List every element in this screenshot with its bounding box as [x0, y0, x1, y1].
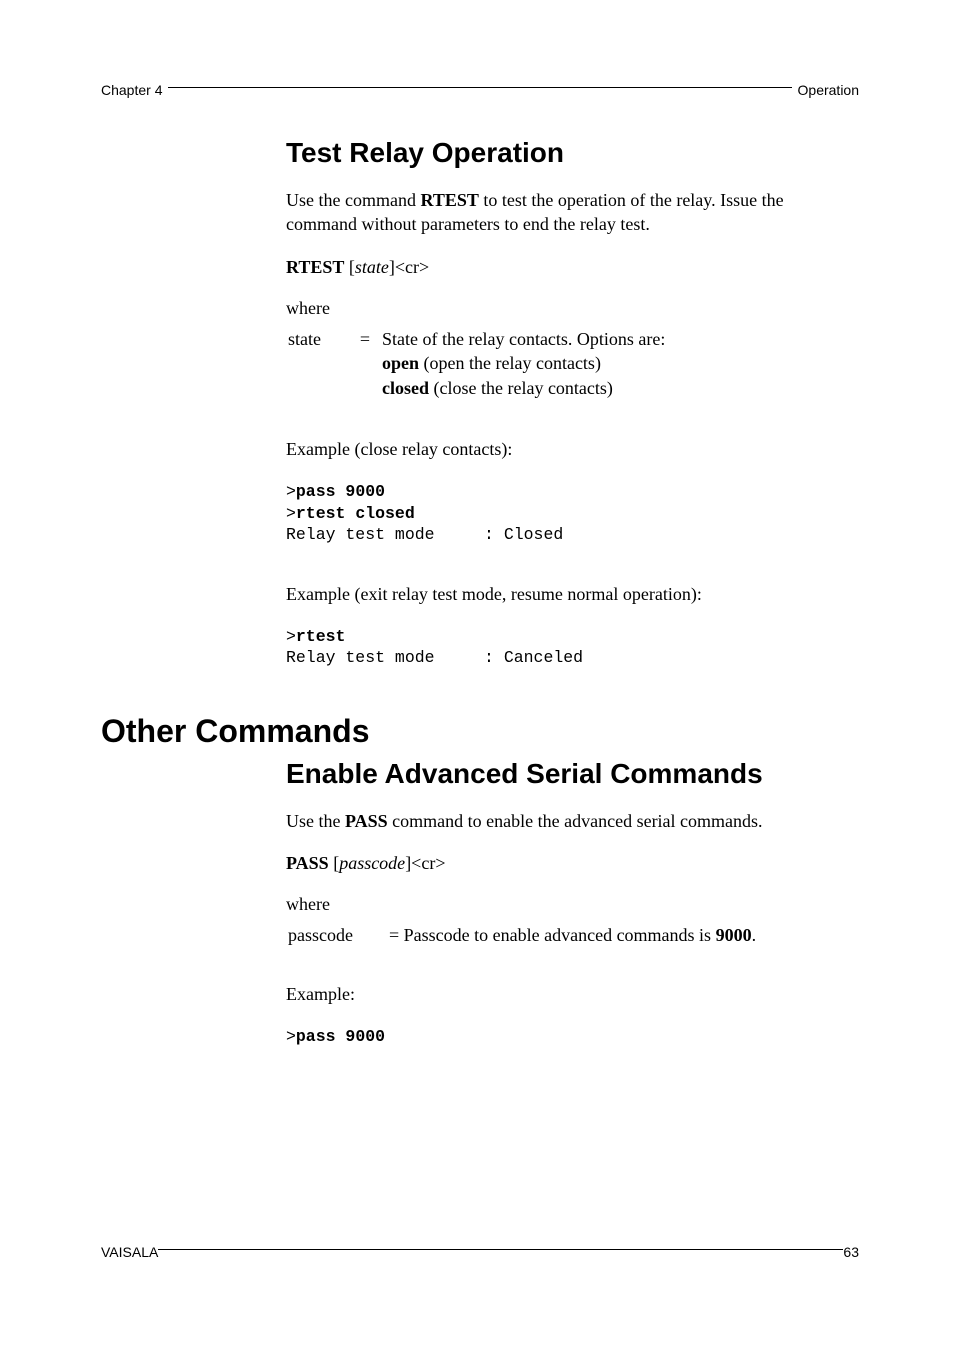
syntax-bracket: [ — [344, 257, 355, 277]
definition-table-state: state = State of the relay contacts. Opt… — [286, 325, 667, 403]
code-output: Relay test mode : Closed — [286, 525, 563, 544]
footer-rule — [158, 1249, 843, 1250]
def-passcode-value: 9000 — [716, 925, 752, 945]
code-input: pass 9000 — [296, 1027, 385, 1046]
paragraph-rtest-intro: Use the command RTEST to test the operat… — [286, 188, 855, 237]
footer-brand: VAISALA — [101, 1244, 158, 1260]
syntax-cmd: PASS — [286, 853, 329, 873]
label-where: where — [286, 298, 855, 319]
syntax-bracket: ]<cr> — [389, 257, 429, 277]
code-input: rtest closed — [296, 504, 415, 523]
text-fragment: command to enable the advanced serial co… — [388, 811, 763, 831]
code-input: pass 9000 — [296, 482, 385, 501]
def-desc: (close the relay contacts) — [429, 378, 613, 398]
example-label-exit: Example (exit relay test mode, resume no… — [286, 582, 855, 606]
code-output: Relay test mode : Canceled — [286, 648, 583, 667]
syntax-cmd: RTEST — [286, 257, 344, 277]
syntax-bracket: ]<cr> — [405, 853, 445, 873]
example-label-close: Example (close relay contacts): — [286, 437, 855, 461]
def-desc: (open the relay contacts) — [419, 353, 601, 373]
def-term: state — [288, 327, 348, 401]
prompt: > — [286, 627, 296, 646]
paragraph-pass-intro: Use the PASS command to enable the advan… — [286, 809, 855, 833]
text-fragment: Use the command — [286, 190, 420, 210]
def-term: passcode — [288, 923, 387, 948]
heading-test-relay-operation: Test Relay Operation — [286, 137, 855, 169]
example-label-pass: Example: — [286, 982, 855, 1006]
label-where: where — [286, 894, 855, 915]
text-fragment: Use the — [286, 811, 345, 831]
header-section: Operation — [798, 82, 859, 98]
heading-enable-advanced: Enable Advanced Serial Commands — [286, 758, 855, 790]
prompt: > — [286, 504, 296, 523]
syntax-bracket: [ — [329, 853, 340, 873]
header-rule — [168, 87, 791, 88]
definition-table-passcode: passcode = Passcode to enable advanced c… — [286, 921, 758, 950]
def-body: State of the relay contacts. Options are… — [382, 327, 665, 401]
code-input: rtest — [296, 627, 346, 646]
header-chapter: Chapter 4 — [101, 82, 162, 98]
def-option-open: open — [382, 353, 419, 373]
prompt: > — [286, 1027, 296, 1046]
def-desc: = Passcode to enable advanced commands i… — [389, 925, 716, 945]
def-option-closed: closed — [382, 378, 429, 398]
def-body: = Passcode to enable advanced commands i… — [389, 923, 756, 948]
code-example-exit: >rtest Relay test mode : Canceled — [286, 626, 855, 669]
syntax-arg: state — [355, 257, 389, 277]
heading-other-commands: Other Commands — [101, 713, 859, 750]
syntax-arg: passcode — [339, 853, 405, 873]
syntax-pass: PASS [passcode]<cr> — [286, 853, 855, 874]
def-eq: = — [350, 327, 380, 401]
code-example-close: >pass 9000 >rtest closed Relay test mode… — [286, 481, 855, 545]
def-desc: . — [752, 925, 757, 945]
text-pass-cmd: PASS — [345, 811, 388, 831]
def-line: State of the relay contacts. Options are… — [382, 329, 665, 349]
code-example-pass: >pass 9000 — [286, 1026, 855, 1047]
prompt: > — [286, 482, 296, 501]
text-rtest-cmd: RTEST — [420, 190, 478, 210]
footer-page-number: 63 — [843, 1244, 859, 1260]
syntax-rtest: RTEST [state]<cr> — [286, 257, 855, 278]
